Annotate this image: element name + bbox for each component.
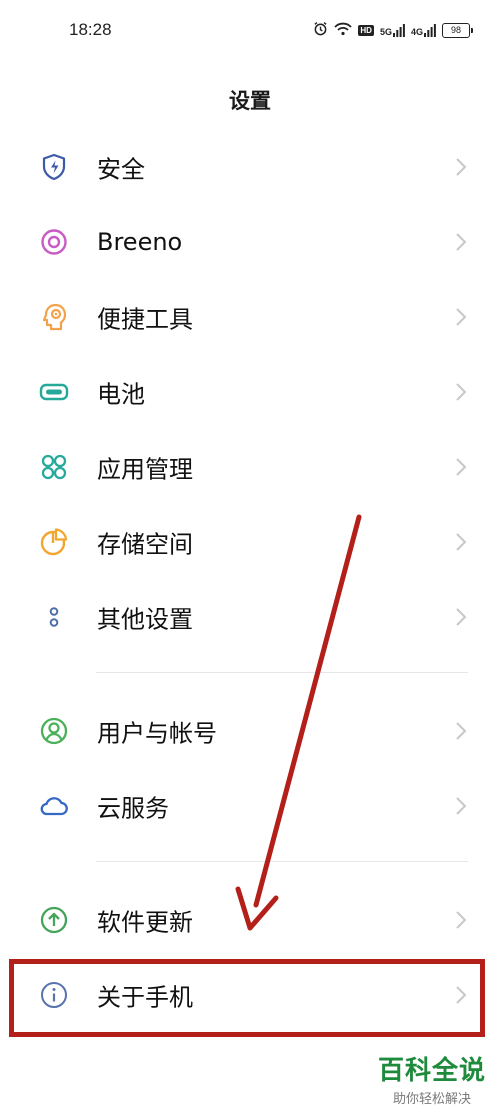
signal-5g-label: 5G (379, 27, 392, 37)
chevron-right-icon (454, 721, 468, 741)
settings-item-apps[interactable]: 应用管理 (0, 429, 500, 504)
chevron-right-icon (454, 607, 468, 627)
page-title: 设置 (229, 89, 271, 113)
chevron-right-icon (454, 157, 468, 177)
settings-item-label: 其他设置 (97, 605, 193, 633)
settings-item-label: 电池 (97, 380, 145, 408)
battery-indicator: 98 (442, 23, 473, 38)
status-icons: HD 5G 4G 98 (313, 21, 473, 40)
chevron-right-icon (454, 382, 468, 402)
app-grid-icon (38, 451, 70, 483)
chevron-right-icon (454, 307, 468, 327)
settings-item-label: 存储空间 (97, 530, 193, 558)
head-tools-icon (38, 301, 70, 333)
breeno-icon (38, 226, 70, 258)
signal-5g: 5G (380, 24, 405, 37)
chevron-right-icon (454, 796, 468, 816)
section-divider (96, 672, 468, 673)
upgrade-icon (38, 904, 70, 936)
settings-item-security[interactable]: 安全 (0, 129, 500, 204)
chevron-right-icon (454, 457, 468, 477)
settings-item-label: 用户与帐号 (97, 719, 217, 747)
watermark: 百科全说 助你轻松解决 (378, 1050, 486, 1107)
settings-item-label: 便捷工具 (97, 305, 193, 333)
status-bar: 18:28 HD 5G 4G 98 (0, 0, 500, 62)
chevron-right-icon (454, 532, 468, 552)
battery-icon (38, 376, 70, 408)
settings-item-label: Breeno (97, 227, 183, 256)
chevron-right-icon (454, 232, 468, 252)
highlight-annotation-box (9, 959, 485, 1037)
settings-item-label: 应用管理 (97, 455, 193, 483)
pie-storage-icon (38, 526, 70, 558)
wifi-icon (334, 21, 353, 40)
settings-item-storage[interactable]: 存储空间 (0, 504, 500, 579)
section-divider (96, 861, 468, 862)
status-time: 18:28 (69, 20, 112, 39)
settings-item-breeno[interactable]: Breeno (0, 204, 500, 279)
alarm-icon (313, 21, 328, 40)
watermark-subtitle: 助你轻松解决 (392, 1092, 471, 1107)
settings-item-label: 安全 (97, 155, 145, 183)
settings-item-label: 软件更新 (97, 908, 193, 936)
settings-item-cloud[interactable]: 云服务 (0, 768, 500, 843)
settings-item-other[interactable]: 其他设置 (0, 579, 500, 654)
settings-item-software-update[interactable]: 软件更新 (0, 882, 500, 957)
settings-item-tools[interactable]: 便捷工具 (0, 279, 500, 354)
signal-4g: 4G (411, 24, 436, 37)
settings-item-accounts[interactable]: 用户与帐号 (0, 693, 500, 768)
hd-badge: HD (358, 25, 374, 36)
watermark-title: 百科全说 (377, 1056, 486, 1086)
dots-icon (38, 601, 70, 633)
shield-icon (38, 151, 70, 183)
cloud-icon (38, 790, 70, 822)
settings-item-label: 云服务 (97, 794, 169, 822)
user-icon (38, 715, 70, 747)
chevron-right-icon (454, 910, 468, 930)
settings-item-battery[interactable]: 电池 (0, 354, 500, 429)
signal-4g-label: 4G (410, 27, 423, 37)
